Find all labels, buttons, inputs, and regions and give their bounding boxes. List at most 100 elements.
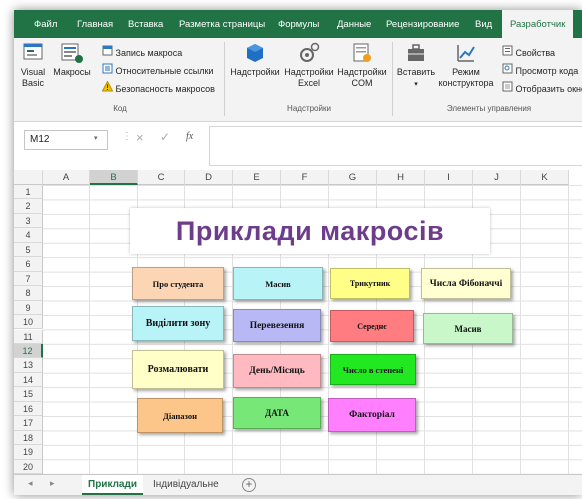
row-header-12[interactable]: 12 [14,343,43,359]
excel-window: Файл Главная Вставка Разметка страницы Ф… [14,10,582,495]
column-header-f[interactable]: F [281,170,329,185]
ribbon: Visual Basic Макросы Запись макроса Отно… [14,38,582,122]
tab-page-layout[interactable]: Разметка страницы [179,10,265,38]
scroll-right-icon[interactable]: ▸ [50,478,55,489]
column-header-a[interactable]: A [43,170,90,185]
record-macro-button[interactable]: Запись макроса [102,45,182,59]
row-header-6[interactable]: 6 [14,257,43,272]
row-header-10[interactable]: 10 [14,315,43,330]
sheet-tab-individual[interactable]: Індивідуальне [147,475,225,495]
column-header-j[interactable]: J [473,170,521,185]
macro-button-power[interactable]: Число в степені [330,354,416,385]
view-code-label: Просмотр кода [515,66,579,76]
macro-button-factorial[interactable]: Факторіал [328,398,416,432]
select-all-corner[interactable] [14,170,43,185]
row-header-15[interactable]: 15 [14,387,43,402]
row-header-1[interactable]: 1 [14,185,43,200]
sheet-tab-bar: ◂ ▸ Приклади Індивідуальне + [14,474,582,495]
group-addins-label: Надстройки [287,104,331,113]
tab-developer[interactable]: Разработчик [502,10,574,40]
macro-button-date[interactable]: ДАТА [233,397,321,429]
macro-button-select-zone[interactable]: Виділити зону [132,306,224,341]
macro-button-range[interactable]: Діапазон [137,398,223,433]
row-header-14[interactable]: 14 [14,372,43,388]
macro-button-day-month[interactable]: День/Місяць [233,354,321,388]
add-sheet-button[interactable]: + [242,478,256,492]
insert-control-label: Вставить [396,67,436,77]
relative-references-icon [102,63,113,77]
row-header-3[interactable]: 3 [14,213,43,229]
column-header-b[interactable]: B [90,170,138,185]
insert-control-button[interactable]: Вставить ▾ [396,42,436,90]
macro-button-transport[interactable]: Перевезення [233,309,321,342]
row-header-8[interactable]: 8 [14,286,43,301]
design-mode-button[interactable]: Режим конструктора [436,42,496,89]
row-header-7[interactable]: 7 [14,271,43,287]
macro-security-label: Безопасность макросов [115,84,215,94]
gridline [520,185,521,474]
gridline [568,185,569,474]
row-header-18[interactable]: 18 [14,430,43,446]
addins-button[interactable]: Надстройки [230,42,280,78]
row-header-4[interactable]: 4 [14,228,43,243]
column-header-g[interactable]: G [329,170,377,185]
group-code-label: Код [113,104,127,113]
name-box-dropdown-icon[interactable]: ▾ [94,134,98,142]
macro-button-triangle[interactable]: Трикутник [330,268,410,299]
sheet-tab-examples[interactable]: Приклади [82,475,143,495]
column-header-d[interactable]: D [185,170,233,185]
row-header-16[interactable]: 16 [14,401,43,417]
tab-review[interactable]: Рецензирование [386,10,459,38]
row-header-2[interactable]: 2 [14,199,43,214]
column-header-e[interactable]: E [233,170,281,185]
macro-button-fibonacci[interactable]: Числа Фібоначчі [421,268,511,299]
ribbon-separator [392,42,393,116]
row-header-13[interactable]: 13 [14,358,43,373]
com-addins-button[interactable]: Надстройки COM [336,42,388,89]
tab-data[interactable]: Данные [337,10,371,38]
tab-insert[interactable]: Вставка [128,10,163,38]
spreadsheet-grid: ABCDEFGHIJK 1 2 3 4 5 6 7 8 9 10 11 12 13 14 15 16 17 18 1… [14,170,582,474]
insert-function-button[interactable]: fx [186,131,193,142]
tab-home[interactable]: Главная [77,10,113,38]
formula-bar: M12 ▾ ⋮ × ✓ fx [14,122,582,166]
macro-button-array-2[interactable]: Масив [423,313,513,344]
scroll-left-icon[interactable]: ◂ [28,478,33,489]
properties-button[interactable]: Свойства [502,45,555,59]
row-header-17[interactable]: 17 [14,416,43,431]
formula-input[interactable] [209,126,582,166]
macro-button-colorize[interactable]: Розмалювати [132,350,224,389]
view-code-button[interactable]: Просмотр кода [502,63,578,77]
record-macro-label: Запись макроса [115,48,183,58]
column-header-h[interactable]: H [377,170,425,185]
visual-basic-button[interactable]: Visual Basic [18,42,48,89]
cancel-icon[interactable]: × [136,130,144,145]
more-options-icon: ⋮ [122,131,132,142]
macro-button-array[interactable]: Масив [233,267,323,300]
toolbox-icon [405,42,427,67]
column-header-k[interactable]: K [521,170,569,185]
com-addins-label: Надстройки COM [337,67,387,88]
macro-security-button[interactable]: Безопасность макросов [101,80,215,95]
column-header-i[interactable]: I [425,170,473,185]
excel-addins-button[interactable]: Надстройки Excel [284,42,334,89]
tab-file[interactable]: Файл [34,10,57,38]
macro-button-average[interactable]: Середнє [330,310,414,342]
tab-formulas[interactable]: Формулы [278,10,319,38]
dialog-icon [502,81,513,95]
enter-icon[interactable]: ✓ [160,130,170,144]
row-header-9[interactable]: 9 [14,300,43,316]
macros-button[interactable]: Макросы [50,42,94,78]
com-addins-icon [351,42,373,67]
row-header-11[interactable]: 11 [14,329,43,344]
column-header-c[interactable]: C [138,170,185,185]
relative-references-button[interactable]: Относительные ссылки [102,63,213,77]
design-mode-icon [455,42,477,67]
run-dialog-button[interactable]: Отобразить окно [502,81,582,95]
row-header-20[interactable]: 20 [14,459,43,474]
tab-view[interactable]: Вид [475,10,492,38]
relative-references-label: Относительные ссылки [115,66,214,76]
row-header-5[interactable]: 5 [14,242,43,258]
macro-button-about-student[interactable]: Про студента [132,267,224,300]
row-header-19[interactable]: 19 [14,445,43,460]
